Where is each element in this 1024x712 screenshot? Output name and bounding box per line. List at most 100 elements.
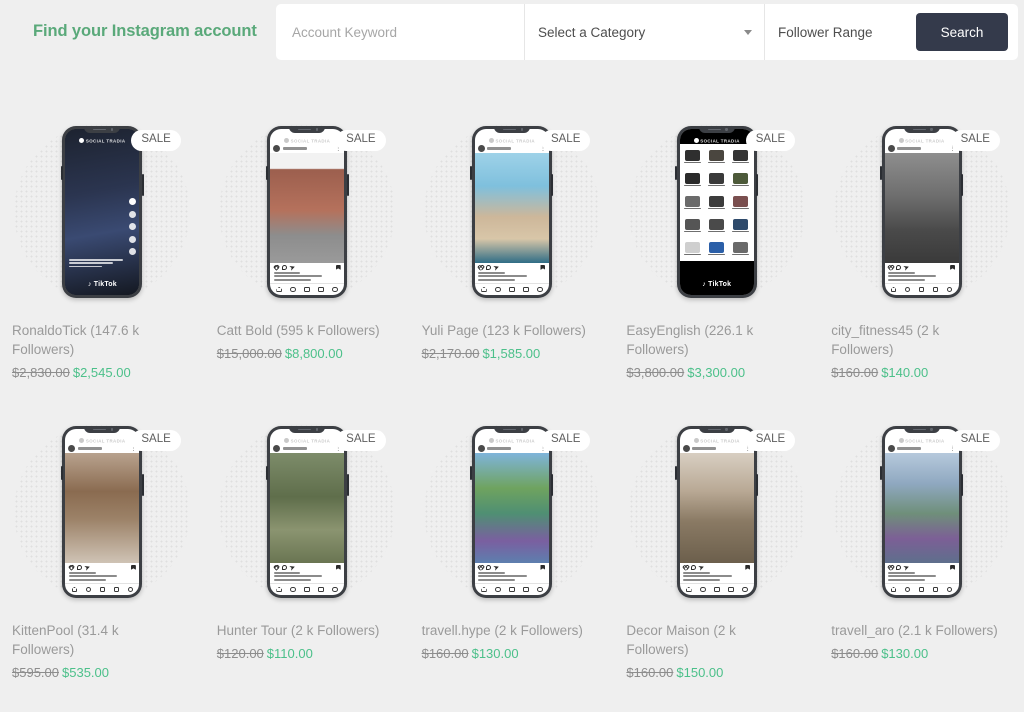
- product-thumbnail[interactable]: SOCIAL TRADIA ⋮ SALE: [614, 412, 819, 612]
- share-icon[interactable]: [84, 564, 90, 570]
- search-icon[interactable]: [85, 586, 92, 593]
- product-card[interactable]: SOCIAL TRADIA ♪ TikTok SALE EasyEnglish (22…: [614, 112, 819, 412]
- product-thumbnail[interactable]: SOCIAL TRADIA ⋮ SALE: [819, 412, 1024, 612]
- product-cell[interactable]: [681, 192, 704, 214]
- share-icon[interactable]: [903, 264, 909, 270]
- search-icon[interactable]: [495, 586, 501, 593]
- comment-icon[interactable]: [691, 564, 697, 570]
- home-icon[interactable]: [890, 586, 897, 593]
- product-cell[interactable]: [729, 215, 752, 237]
- product-cell[interactable]: [681, 146, 704, 168]
- profile-icon[interactable]: [332, 586, 338, 593]
- product-thumbnail[interactable]: SOCIAL TRADIA ♪ TikTok SALE: [0, 112, 205, 312]
- heart-icon[interactable]: [274, 265, 279, 270]
- shop-icon[interactable]: [523, 286, 529, 293]
- search-icon[interactable]: [904, 286, 911, 293]
- shop-icon[interactable]: [113, 586, 120, 593]
- reels-icon[interactable]: [509, 586, 515, 593]
- product-thumbnail[interactable]: SOCIAL TRADIA ⋮ SALE: [0, 412, 205, 612]
- shop-icon[interactable]: [523, 586, 529, 593]
- bookmark-icon[interactable]: [335, 564, 341, 570]
- product-cell[interactable]: [705, 215, 728, 237]
- reels-icon[interactable]: [918, 286, 925, 293]
- share-icon[interactable]: [494, 564, 500, 570]
- shop-icon[interactable]: [932, 286, 939, 293]
- home-icon[interactable]: [276, 286, 282, 293]
- product-card[interactable]: SOCIAL TRADIA ⋮ SALE Decor Maison (2 k Foll…: [614, 412, 819, 712]
- bookmark-icon[interactable]: [950, 564, 956, 570]
- comment-icon[interactable]: [76, 564, 82, 570]
- product-cell[interactable]: [705, 192, 728, 214]
- share-icon[interactable]: [699, 564, 705, 570]
- profile-icon[interactable]: [537, 586, 543, 593]
- product-thumbnail[interactable]: SOCIAL TRADIA ⋮ SALE: [205, 412, 410, 612]
- product-card[interactable]: SOCIAL TRADIA ⋮ SALE KittenPool (31.4 k Fol…: [0, 412, 205, 712]
- reels-icon[interactable]: [304, 586, 310, 593]
- shop-icon[interactable]: [318, 286, 324, 293]
- category-select[interactable]: Select a Category: [524, 4, 764, 60]
- product-cell[interactable]: [729, 192, 752, 214]
- shop-icon[interactable]: [728, 586, 734, 593]
- profile-icon[interactable]: [742, 586, 748, 593]
- heart-icon[interactable]: [478, 265, 483, 270]
- home-icon[interactable]: [71, 586, 78, 593]
- bookmark-icon[interactable]: [130, 564, 136, 570]
- profile-icon[interactable]: [946, 286, 953, 293]
- heart-icon[interactable]: [888, 265, 893, 270]
- heart-icon[interactable]: [478, 565, 483, 570]
- heart-icon[interactable]: [888, 565, 893, 570]
- product-cell[interactable]: [729, 146, 752, 168]
- product-thumbnail[interactable]: SOCIAL TRADIA ⋮ SALE: [410, 112, 615, 312]
- search-icon[interactable]: [700, 586, 706, 593]
- search-icon[interactable]: [290, 286, 296, 293]
- product-thumbnail[interactable]: SOCIAL TRADIA ♪ TikTok SALE: [614, 112, 819, 312]
- comment-icon[interactable]: [486, 264, 492, 270]
- product-cell[interactable]: [729, 169, 752, 191]
- bookmark-icon[interactable]: [540, 264, 546, 270]
- reels-icon[interactable]: [509, 286, 515, 293]
- shop-icon[interactable]: [932, 586, 939, 593]
- bookmark-icon[interactable]: [335, 264, 341, 270]
- share-icon[interactable]: [289, 564, 295, 570]
- product-card[interactable]: SOCIAL TRADIA ⋮ SALE travell.hype (2 k Foll…: [410, 412, 615, 712]
- search-icon[interactable]: [904, 586, 911, 593]
- product-cell[interactable]: [705, 238, 728, 260]
- product-card[interactable]: SOCIAL TRADIA ⋮ SALE Hunter Tour (2 k Follo…: [205, 412, 410, 712]
- comment-icon[interactable]: [486, 564, 492, 570]
- heart-icon[interactable]: [274, 565, 279, 570]
- product-cell[interactable]: [729, 238, 752, 260]
- product-cell[interactable]: [681, 215, 704, 237]
- search-icon[interactable]: [495, 286, 501, 293]
- home-icon[interactable]: [276, 586, 282, 593]
- comment-icon[interactable]: [896, 564, 902, 570]
- share-icon[interactable]: [494, 264, 500, 270]
- bookmark-icon[interactable]: [950, 264, 956, 270]
- share-icon[interactable]: [289, 264, 295, 270]
- product-thumbnail[interactable]: SOCIAL TRADIA ⋮ SALE: [410, 412, 615, 612]
- product-thumbnail[interactable]: SOCIAL TRADIA ⋮ SALE: [205, 112, 410, 312]
- heart-icon[interactable]: [683, 565, 688, 570]
- product-card[interactable]: SOCIAL TRADIA ⋮ SALE travell_aro (2.1 k Fol…: [819, 412, 1024, 712]
- profile-icon[interactable]: [537, 286, 543, 293]
- follower-range-select[interactable]: Follower Range: [764, 4, 904, 60]
- account-keyword-input[interactable]: Account Keyword: [276, 4, 524, 60]
- product-card[interactable]: SOCIAL TRADIA ⋮ SALE Catt Bold (595 k Follo…: [205, 112, 410, 412]
- search-icon[interactable]: [290, 586, 296, 593]
- comment-icon[interactable]: [896, 264, 902, 270]
- comment-icon[interactable]: [281, 564, 287, 570]
- profile-icon[interactable]: [332, 286, 338, 293]
- product-cell[interactable]: [681, 169, 704, 191]
- reels-icon[interactable]: [714, 586, 720, 593]
- reels-icon[interactable]: [99, 586, 106, 593]
- share-icon[interactable]: [903, 564, 909, 570]
- reels-icon[interactable]: [918, 586, 925, 593]
- heart-icon[interactable]: [69, 565, 74, 570]
- product-cell[interactable]: [705, 146, 728, 168]
- shop-icon[interactable]: [318, 586, 324, 593]
- profile-icon[interactable]: [127, 586, 134, 593]
- home-icon[interactable]: [686, 586, 692, 593]
- bookmark-icon[interactable]: [745, 564, 751, 570]
- product-cell[interactable]: [681, 238, 704, 260]
- bookmark-icon[interactable]: [540, 564, 546, 570]
- home-icon[interactable]: [481, 586, 487, 593]
